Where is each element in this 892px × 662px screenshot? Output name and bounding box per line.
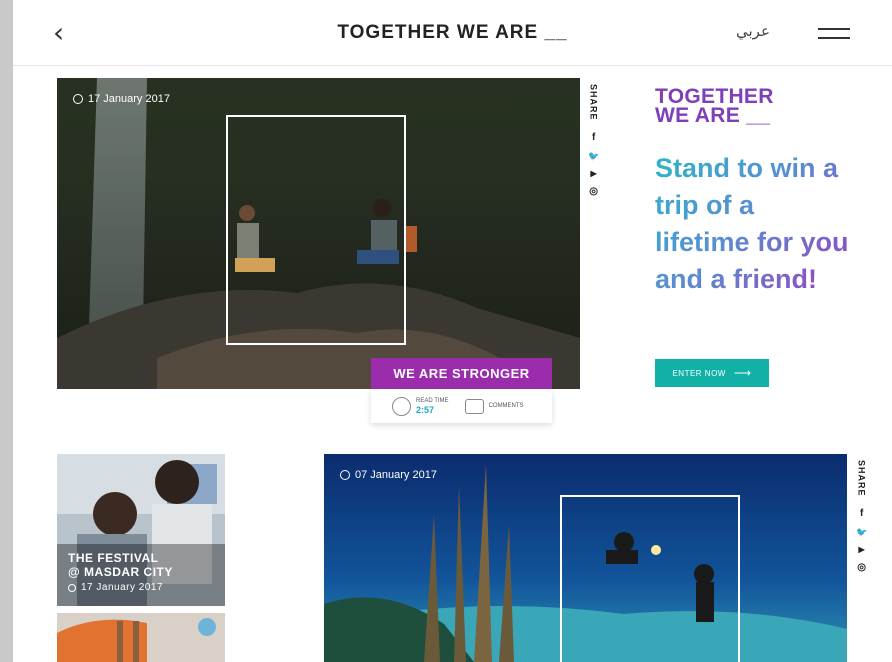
- share-label: SHARE: [856, 460, 867, 497]
- facebook-icon[interactable]: f: [860, 505, 863, 523]
- festival-title-line2: @ MASDAR CITY: [68, 565, 173, 579]
- comment-icon: [464, 398, 484, 414]
- enter-now-button[interactable]: ENTER NOW ⟶: [655, 359, 769, 387]
- second-story-card[interactable]: [57, 613, 225, 662]
- festival-title-line1: THE FESTIVAL: [68, 551, 159, 565]
- story-meta: READ TIME 2:57 COMMENTS: [371, 389, 552, 423]
- story-tag[interactable]: WE ARE STRONGER: [371, 358, 552, 389]
- read-time: READ TIME 2:57: [392, 396, 449, 416]
- read-time-value: 2:57: [416, 405, 435, 415]
- festival-story-date: 17 January 2017: [68, 581, 173, 595]
- promo-logo-line2: WE ARE __: [655, 104, 771, 127]
- youtube-icon[interactable]: ▶: [591, 165, 597, 183]
- promo-logo: TOGETHER WE ARE __: [655, 86, 825, 127]
- share-bar: SHARE f 🐦 ▶ ◎: [588, 84, 599, 201]
- arrow-right-icon: ⟶: [733, 366, 752, 380]
- festival-story-title: THE FESTIVAL @ MASDAR CITY 17 January 20…: [68, 551, 173, 595]
- top-header: ‹ TOGETHER WE ARE __ عربي: [13, 0, 892, 66]
- youtube-icon[interactable]: ▶: [859, 541, 865, 559]
- twitter-icon[interactable]: 🐦: [588, 147, 599, 165]
- page: ‹ TOGETHER WE ARE __ عربي 17 January 201…: [13, 0, 892, 662]
- story-date: 17 January 2017: [73, 93, 170, 105]
- facebook-icon[interactable]: f: [592, 129, 595, 147]
- clock-icon: [340, 470, 350, 480]
- focus-frame: [226, 115, 406, 345]
- festival-story-card[interactable]: THE FESTIVAL @ MASDAR CITY 17 January 20…: [57, 454, 225, 606]
- hamburger-icon: [818, 28, 850, 30]
- clock-icon: [68, 584, 76, 592]
- enter-now-label: ENTER NOW: [672, 368, 726, 378]
- comments-label: COMMENTS: [488, 403, 524, 409]
- clock-icon: [73, 94, 83, 104]
- share-bar-2: SHARE f 🐦 ▶ ◎: [856, 460, 867, 577]
- orange-photo: [57, 613, 225, 662]
- read-time-label: READ TIME: [416, 398, 449, 404]
- twitter-icon[interactable]: 🐦: [856, 523, 867, 541]
- hamburger-icon-bar: [818, 37, 850, 39]
- timer-icon: [392, 396, 411, 416]
- instagram-icon[interactable]: ◎: [589, 183, 598, 201]
- share-label: SHARE: [588, 84, 599, 121]
- menu-button[interactable]: [818, 26, 850, 40]
- diving-story-date: 07 January 2017: [340, 469, 437, 481]
- focus-frame: [560, 495, 740, 662]
- diving-date-text: 07 January 2017: [355, 469, 437, 481]
- festival-date-text: 17 January 2017: [81, 582, 164, 593]
- language-switch-link[interactable]: عربي: [736, 22, 770, 40]
- promo-headline: Stand to win a trip of a lifetime for yo…: [655, 150, 855, 298]
- featured-story-image[interactable]: 17 January 2017: [57, 78, 580, 389]
- story-date-text: 17 January 2017: [88, 93, 170, 105]
- comments-link[interactable]: COMMENTS: [464, 398, 524, 414]
- instagram-icon[interactable]: ◎: [857, 559, 866, 577]
- diving-story-image[interactable]: 07 January 2017: [324, 454, 847, 662]
